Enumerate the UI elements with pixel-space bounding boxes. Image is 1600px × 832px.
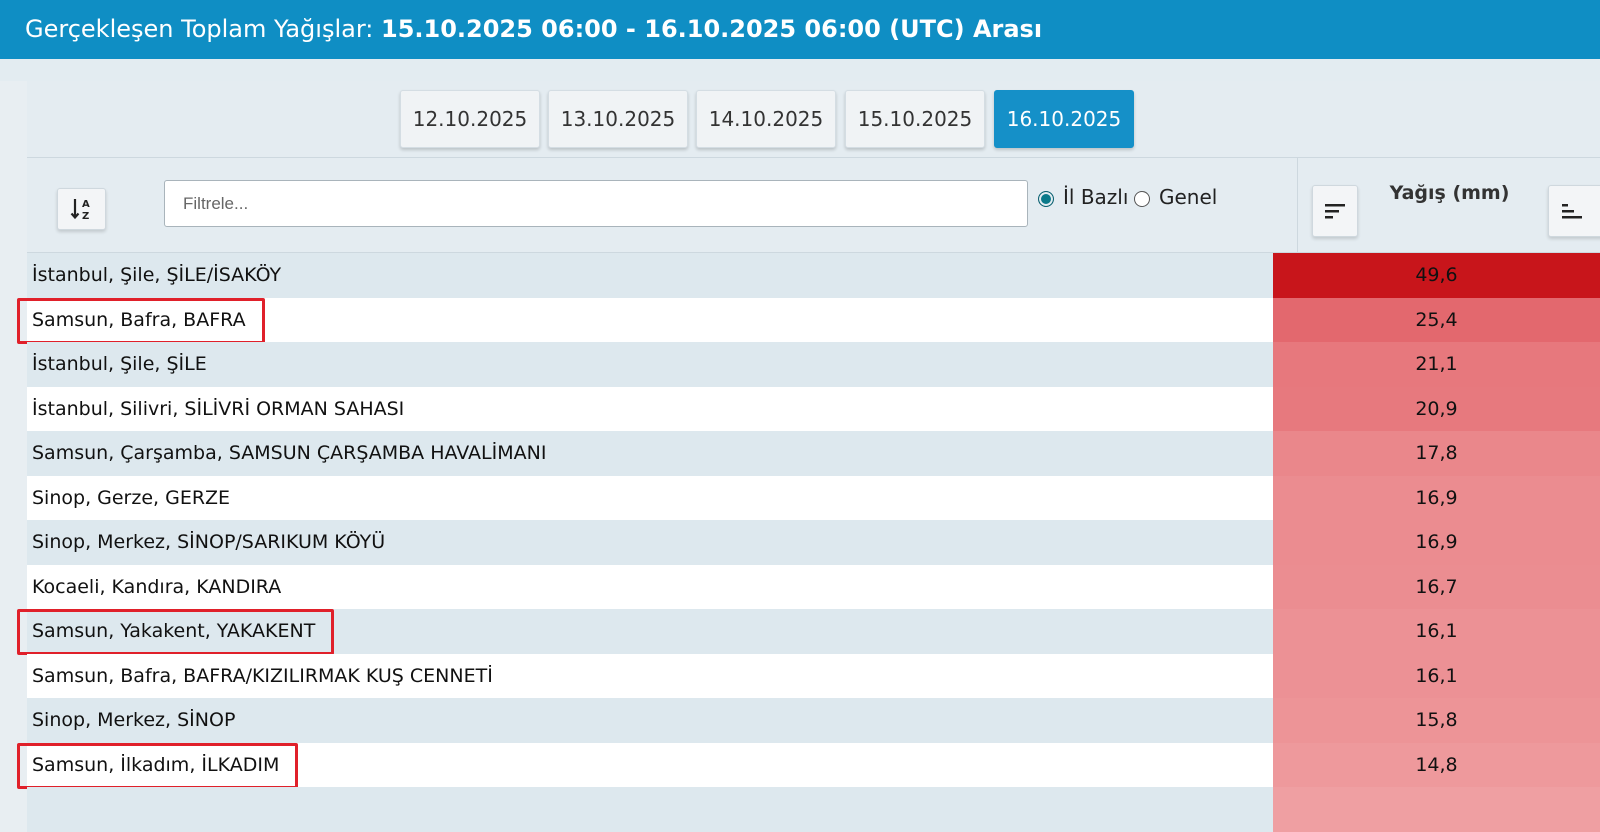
rainfall-panel: 12.10.2025 13.10.2025 14.10.2025 15.10.2… <box>17 81 1600 832</box>
header-label: Gerçekleşen Toplam Yağışlar: <box>25 15 381 43</box>
rainfall-column-header: Yağış (mm) <box>1297 158 1600 253</box>
station-name: Kocaeli, Kandıra, KANDIRA <box>32 575 282 598</box>
table-row[interactable]: Sinop, Merkez, SİNOP 15,8 <box>27 698 1600 743</box>
table-row[interactable]: Sinop, Merkez, SİNOP/SARIKUM KÖYÜ 16,9 <box>27 520 1600 565</box>
table-row[interactable]: Samsun, Bafra, BAFRA/KIZILIRMAK KUŞ CENN… <box>27 653 1600 698</box>
table-row[interactable]: Samsun, İlkadım, İLKADIM 14,8 <box>17 742 1600 789</box>
highlight-box <box>17 742 298 789</box>
tab-16-10-2025[interactable]: 16.10.2025 <box>994 90 1134 148</box>
rainfall-value: 16,1 <box>1273 609 1600 654</box>
svg-text:A: A <box>82 199 90 210</box>
sort-asc-icon <box>1562 204 1582 219</box>
rainfall-value: 25,4 <box>1273 297 1600 342</box>
station-name: Sinop, Merkez, SİNOP/SARIKUM KÖYÜ <box>32 531 386 553</box>
rainfall-value: 15,8 <box>1273 698 1600 743</box>
radio-genel[interactable] <box>1134 191 1150 207</box>
table-row[interactable] <box>27 787 1600 832</box>
rainfall-value: 20,9 <box>1273 386 1600 431</box>
radio-il-bazli-label[interactable]: İl Bazlı <box>1063 185 1128 209</box>
rainfall-value <box>1273 787 1600 832</box>
station-name: Sinop, Gerze, GERZE <box>32 486 231 509</box>
rainfall-value: 16,9 <box>1273 520 1600 565</box>
station-name: Samsun, Çarşamba, SAMSUN ÇARŞAMBA HAVALİ… <box>32 442 547 464</box>
table-row[interactable]: Sinop, Gerze, GERZE 16,9 <box>27 475 1600 520</box>
table-row[interactable]: Samsun, Bafra, BAFRA 25,4 <box>17 297 1600 344</box>
station-name: Sinop, Merkez, SİNOP <box>32 709 236 731</box>
rainfall-value: 16,9 <box>1273 475 1600 520</box>
header-divider <box>0 59 1600 81</box>
rainfall-value: 17,8 <box>1273 431 1600 476</box>
highlight-box <box>17 297 265 344</box>
filter-input[interactable] <box>164 180 1028 227</box>
table-row[interactable]: Samsun, Yakakent, YAKAKENT 16,1 <box>17 609 1600 655</box>
tab-13-10-2025[interactable]: 13.10.2025 <box>548 90 688 148</box>
radio-il-bazli[interactable] <box>1038 191 1054 207</box>
date-tab-bar: 12.10.2025 13.10.2025 14.10.2025 15.10.2… <box>27 81 1600 158</box>
highlight-box <box>17 609 334 655</box>
station-name: İstanbul, Şile, ŞİLE <box>32 353 207 375</box>
rainfall-value: 16,1 <box>1273 653 1600 698</box>
table-row[interactable]: İstanbul, Silivri, SİLİVRİ ORMAN SAHASI 2… <box>27 386 1600 431</box>
rainfall-value: 21,1 <box>1273 342 1600 387</box>
tab-15-10-2025[interactable]: 15.10.2025 <box>845 90 985 148</box>
table-row[interactable]: Samsun, Çarşamba, SAMSUN ÇARŞAMBA HAVALİ… <box>27 431 1600 476</box>
rainfall-value: 14,8 <box>1273 742 1600 787</box>
sort-alpha-icon: A Z <box>70 199 90 222</box>
filter-toolbar: A Z İl Bazlı Genel <box>27 158 1297 253</box>
station-name: Samsun, Bafra, BAFRA/KIZILIRMAK KUŞ CENN… <box>32 664 493 687</box>
tab-14-10-2025[interactable]: 14.10.2025 <box>696 90 836 148</box>
tab-12-10-2025[interactable]: 12.10.2025 <box>400 90 540 148</box>
station-name: İstanbul, Şile, ŞİLE/İSAKÖY <box>32 264 282 286</box>
table-row[interactable]: İstanbul, Şile, ŞİLE/İSAKÖY 49,6 <box>27 253 1600 298</box>
sort-asc-button[interactable] <box>1548 185 1600 237</box>
header-date-range: 15.10.2025 06:00 - 16.10.2025 06:00 (UTC… <box>381 15 1043 43</box>
table-row[interactable]: İstanbul, Şile, ŞİLE 21,1 <box>27 342 1600 387</box>
sort-alpha-button[interactable]: A Z <box>57 188 106 230</box>
station-table: İstanbul, Şile, ŞİLE/İSAKÖY 49,6 Samsun, B… <box>17 253 1600 832</box>
svg-text:Z: Z <box>82 211 89 222</box>
page-header: Gerçekleşen Toplam Yağışlar: 15.10.2025 … <box>0 0 1600 59</box>
radio-genel-label[interactable]: Genel <box>1159 185 1217 209</box>
rainfall-value: 49,6 <box>1273 253 1600 298</box>
sort-desc-icon <box>1325 204 1345 219</box>
station-name: İstanbul, Silivri, SİLİVRİ ORMAN SAHASI <box>32 397 405 420</box>
table-row[interactable]: Kocaeli, Kandıra, KANDIRA 16,7 <box>27 564 1600 609</box>
rainfall-value: 16,7 <box>1273 564 1600 609</box>
